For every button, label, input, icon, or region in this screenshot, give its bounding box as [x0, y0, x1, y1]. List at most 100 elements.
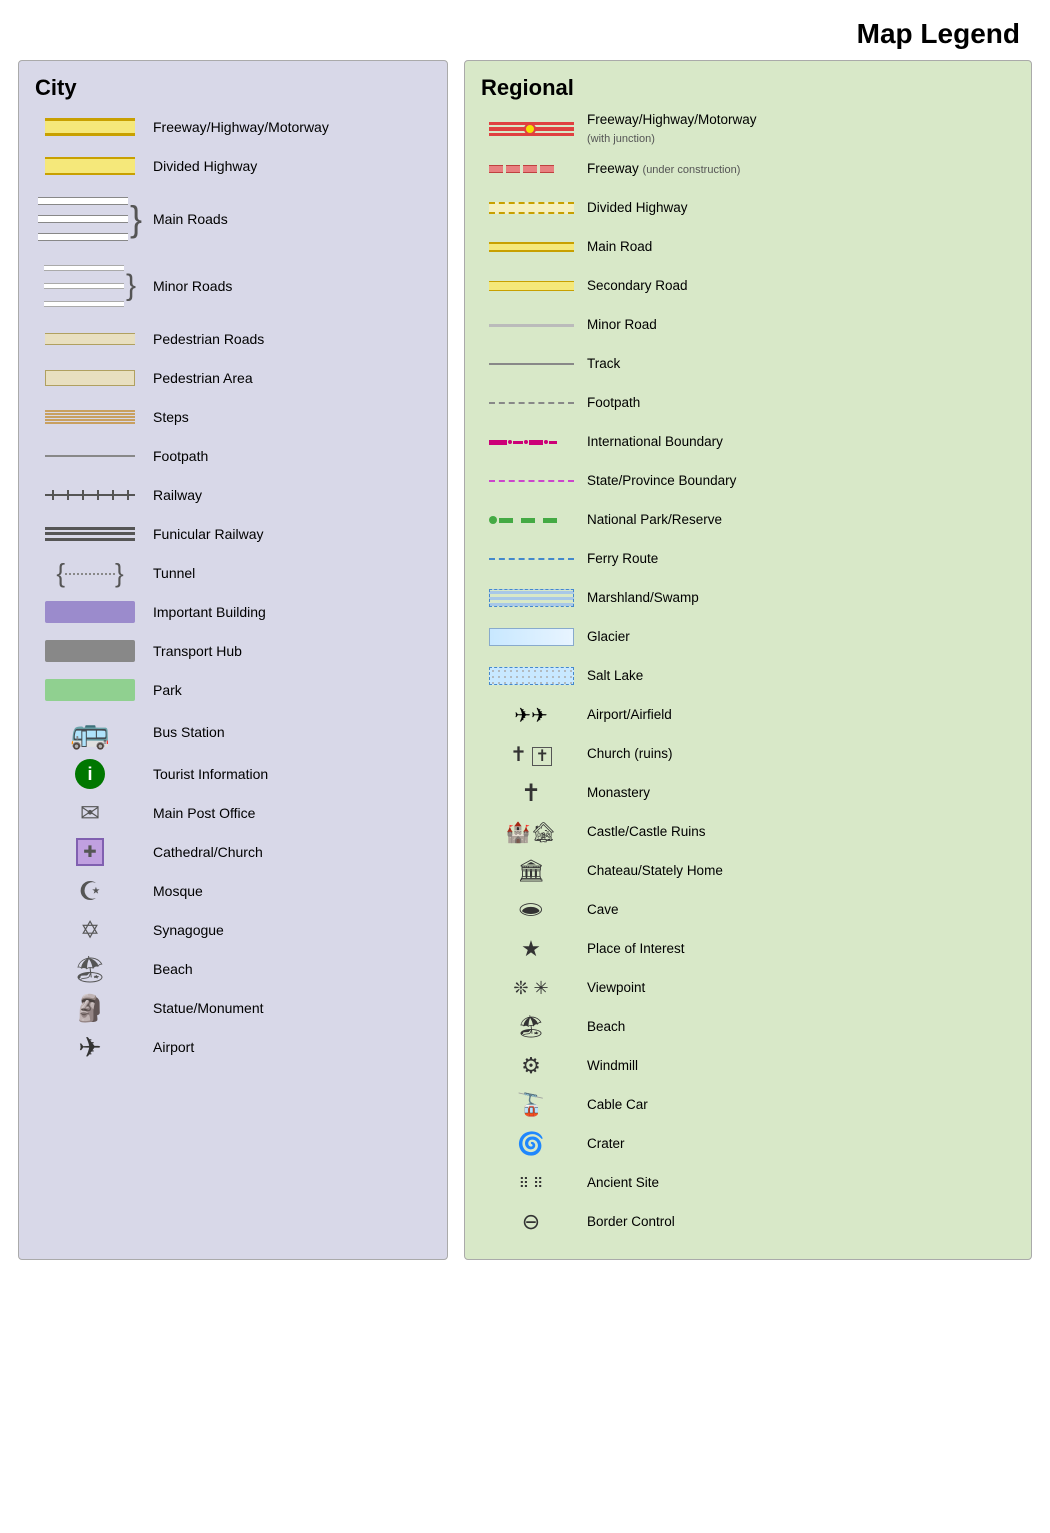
divided-highway-label: Divided Highway: [145, 157, 257, 175]
pedestrian-roads-icon: [35, 333, 145, 345]
cathedral-icon: ✚: [35, 838, 145, 866]
transport-hub-icon: [35, 640, 145, 662]
reg-beach-icon: 🏖: [481, 1014, 581, 1040]
state-boundary-icon: [481, 480, 581, 482]
list-item: Main Road: [481, 231, 1015, 263]
funicular-railway-icon: [35, 527, 145, 541]
reg-divided-label: Divided Highway: [581, 199, 688, 217]
minor-roads-icon: }: [35, 265, 145, 307]
list-item: Funicular Railway: [35, 518, 431, 550]
reg-border-control-label: Border Control: [581, 1213, 675, 1231]
list-item: ✉ Main Post Office: [35, 797, 431, 829]
reg-cave-icon: 🕳: [481, 897, 581, 923]
list-item: Secondary Road: [481, 270, 1015, 302]
railway-icon: [35, 490, 145, 500]
tourist-info-label: Tourist Information: [145, 765, 268, 783]
list-item: } Main Roads: [35, 189, 431, 249]
page-title: Map Legend: [0, 0, 1050, 60]
reg-airport-label: Airport/Airfield: [581, 706, 672, 724]
synagogue-label: Synagogue: [145, 921, 224, 939]
important-building-icon: [35, 601, 145, 623]
list-item: Minor Road: [481, 309, 1015, 341]
reg-secondary-road-icon: [481, 281, 581, 291]
list-item: 🚡 Cable Car: [481, 1089, 1015, 1121]
reg-track-label: Track: [581, 355, 620, 373]
list-item: International Boundary: [481, 426, 1015, 458]
national-park-label: National Park/Reserve: [581, 511, 722, 529]
tunnel-label: Tunnel: [145, 564, 195, 582]
reg-chateau-label: Chateau/Stately Home: [581, 862, 723, 880]
beach-label: Beach: [145, 960, 193, 978]
mosque-label: Mosque: [145, 882, 203, 900]
list-item: Transport Hub: [35, 635, 431, 667]
list-item: ✝ ✝ Church (ruins): [481, 738, 1015, 770]
reg-main-road-icon: [481, 242, 581, 252]
national-park-icon: [481, 516, 581, 524]
reg-ancient-site-label: Ancient Site: [581, 1174, 659, 1192]
tourist-info-icon: i: [35, 759, 145, 789]
funicular-railway-label: Funicular Railway: [145, 525, 263, 543]
salt-lake-label: Salt Lake: [581, 667, 643, 685]
reg-secondary-road-label: Secondary Road: [581, 277, 688, 295]
reg-main-road-label: Main Road: [581, 238, 652, 256]
transport-hub-label: Transport Hub: [145, 642, 242, 660]
park-label: Park: [145, 681, 182, 699]
footpath-icon: [35, 455, 145, 457]
reg-cable-car-icon: 🚡: [481, 1092, 581, 1118]
list-item: State/Province Boundary: [481, 465, 1015, 497]
reg-freeway-junction-label: Freeway/Highway/Motorway (with junction): [581, 111, 757, 146]
list-item: Footpath: [481, 387, 1015, 419]
list-item: 🗿 Statue/Monument: [35, 992, 431, 1024]
pedestrian-area-label: Pedestrian Area: [145, 369, 253, 387]
freeway-icon: [35, 118, 145, 136]
list-item: ✈ Airport: [35, 1031, 431, 1064]
airport-icon: ✈: [35, 1031, 145, 1064]
list-item: { } Tunnel: [35, 557, 431, 589]
reg-ancient-site-icon: ⠿ ⠿: [481, 1175, 581, 1192]
steps-icon: [35, 410, 145, 424]
regional-column: Regional Freeway/Highway/Motorway (with …: [464, 60, 1032, 1260]
reg-monastery-label: Monastery: [581, 784, 650, 802]
list-item: Ferry Route: [481, 543, 1015, 575]
railway-label: Railway: [145, 486, 202, 504]
list-item: 🏖 Beach: [481, 1011, 1015, 1043]
airport-label: Airport: [145, 1038, 194, 1056]
reg-freeway-junction-icon: [481, 122, 581, 136]
intl-boundary-label: International Boundary: [581, 433, 723, 451]
divided-highway-icon: [35, 157, 145, 175]
regional-title: Regional: [481, 75, 1015, 101]
reg-chateau-icon: 🏛: [481, 858, 581, 884]
list-item: 🏖 Beach: [35, 953, 431, 985]
list-item: 🌀 Crater: [481, 1128, 1015, 1160]
list-item: Important Building: [35, 596, 431, 628]
list-item: i Tourist Information: [35, 758, 431, 790]
intl-boundary-icon: [481, 440, 581, 445]
statue-icon: 🗿: [35, 993, 145, 1024]
reg-interest-icon: ★: [481, 936, 581, 962]
salt-lake-icon: [481, 667, 581, 685]
reg-windmill-label: Windmill: [581, 1057, 638, 1075]
reg-cave-label: Cave: [581, 901, 619, 919]
list-item: ✚ Cathedral/Church: [35, 836, 431, 868]
reg-airport-icon: ✈✈: [481, 703, 581, 728]
list-item: Steps: [35, 401, 431, 433]
state-boundary-label: State/Province Boundary: [581, 472, 736, 490]
reg-border-control-icon: ⊖: [481, 1209, 581, 1235]
list-item: ✈✈ Airport/Airfield: [481, 699, 1015, 731]
post-office-icon: ✉: [35, 799, 145, 828]
list-item: Park: [35, 674, 431, 706]
reg-footpath-icon: [481, 402, 581, 404]
footpath-label: Footpath: [145, 447, 208, 465]
glacier-label: Glacier: [581, 628, 630, 646]
city-title: City: [35, 75, 431, 101]
list-item: ✝ Monastery: [481, 777, 1015, 809]
minor-roads-label: Minor Roads: [145, 277, 232, 295]
statue-label: Statue/Monument: [145, 999, 264, 1017]
pedestrian-roads-label: Pedestrian Roads: [145, 330, 264, 348]
reg-cable-car-label: Cable Car: [581, 1096, 648, 1114]
list-item: Track: [481, 348, 1015, 380]
reg-crater-icon: 🌀: [481, 1131, 581, 1157]
reg-freeway-construction-label: Freeway (under construction): [581, 160, 740, 178]
list-item: Salt Lake: [481, 660, 1015, 692]
main-roads-icon: }: [35, 197, 145, 241]
